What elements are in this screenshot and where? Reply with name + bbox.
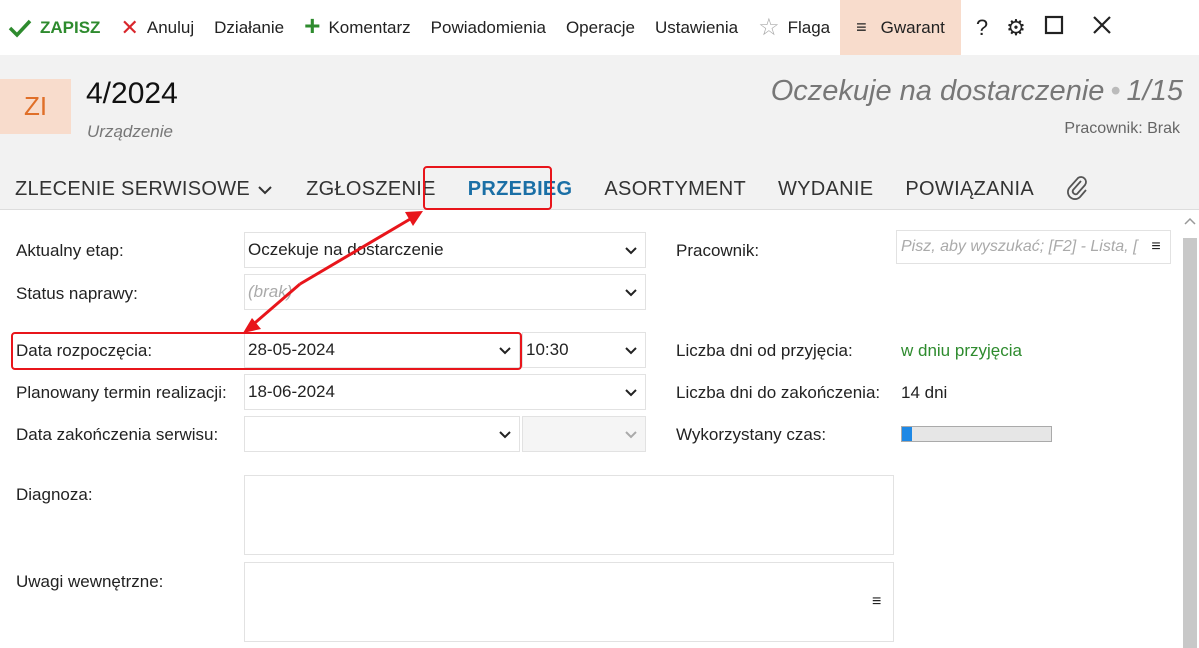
start-date-highlight-box [11,332,522,370]
planned-date-value: 18-06-2024 [248,382,335,401]
close-icon [1092,15,1112,41]
internal-notes-label: Uwagi wewnętrzne: [16,572,164,591]
worker-placeholder: Pisz, aby wyszukać; [F2] - Lista, [ [901,238,1138,255]
used-time-label: Wykorzystany czas: [676,425,827,444]
menu-icon[interactable]: ≡ [1142,238,1170,256]
question-icon: ? [975,14,989,40]
tab-service-order[interactable]: ZLECENIE SERWISOWE [0,170,288,210]
tab-relations[interactable]: POWIĄZANIA [889,170,1050,210]
repair-status-placeholder: (brak) [248,282,293,301]
paperclip-icon [1066,174,1088,206]
settings-menu-button[interactable]: Ustawienia [645,0,748,55]
warranty-label: Gwarant [880,17,945,37]
start-time-picker[interactable]: 10:30 [522,332,646,368]
menu-icon: ≡ [856,17,867,37]
diagnosis-textarea[interactable] [244,475,894,555]
document-subtitle: Urządzenie [87,122,173,141]
save-label: ZAPISZ [40,17,101,37]
days-since-label: Liczba dni od przyjęcia: [676,341,853,360]
plus-icon: + [304,10,321,41]
settings-label: Ustawienia [654,17,739,37]
document-status: Oczekuje na dostarczenie • 1/15 [771,75,1183,108]
chevron-down-icon [617,426,645,442]
star-icon: ☆ [758,13,780,41]
separator-dot: • [1110,75,1121,107]
end-date-label: Data zakończenia serwisu: [16,425,219,444]
action-label: Działanie [214,17,285,37]
current-stage-label: Aktualny etap: [16,241,124,260]
chevron-down-icon [617,284,645,300]
chevron-down-icon [491,426,519,442]
action-button[interactable]: Działanie [204,0,294,55]
tab-attachments[interactable] [1050,170,1104,210]
gear-button[interactable]: ⚙ [997,0,1035,55]
chevron-down-icon [258,182,272,198]
tab-label: ZLECENIE SERWISOWE [15,178,251,200]
menu-icon[interactable]: ≡ [872,593,881,611]
days-to-end-value: 14 dni [901,383,948,402]
cancel-button[interactable]: ✕ Anuluj [110,0,204,55]
planned-date-picker[interactable]: 18-06-2024 [244,374,646,410]
maximize-button[interactable] [1035,0,1073,55]
end-date-picker[interactable] [244,416,520,452]
tab-bar: ZLECENIE SERWISOWE ZGŁOSZENIE PRZEBIEG A… [0,170,1199,210]
planned-date-label: Planowany termin realizacji: [16,383,227,402]
used-time-progress [901,426,1052,442]
help-button[interactable]: ? [967,0,997,55]
document-number: 4/2024 [86,77,178,110]
operations-button[interactable]: Operacje [556,0,645,55]
comment-button[interactable]: + Komentarz [294,0,421,55]
tab-release[interactable]: WYDANIE [762,170,889,210]
tab-highlight-box [423,166,552,210]
worker-search-input[interactable]: Pisz, aby wyszukać; [F2] - Lista, [ ≡ [896,230,1171,264]
check-icon [8,18,32,38]
progress-fill [902,427,913,441]
comment-label: Komentarz [328,17,411,37]
tab-label: ASORTYMENT [604,178,746,200]
chevron-down-icon [617,342,645,358]
toolbar: ZAPISZ ✕ Anuluj Działanie + Komentarz Po… [0,0,1199,55]
flag-label: Flaga [787,17,831,37]
close-button[interactable] [1083,0,1121,55]
repair-status-label: Status naprawy: [16,284,138,303]
tab-assortment[interactable]: ASORTYMENT [588,170,762,210]
chevron-down-icon [617,242,645,258]
scrollbar-thumb[interactable] [1183,238,1197,648]
notifications-label: Powiadomienia [430,17,546,37]
days-to-end-label: Liczba dni do zakończenia: [676,383,881,402]
current-stage-value: Oczekuje na dostarczenie [248,240,444,259]
repair-status-select[interactable]: (brak) [244,274,646,310]
x-icon: ✕ [120,14,139,40]
diagnosis-label: Diagnoza: [16,485,93,504]
current-stage-select[interactable]: Oczekuje na dostarczenie [244,232,646,268]
tab-label: ZGŁOSZENIE [306,178,436,200]
days-since-value: w dniu przyjęcia [901,341,1022,360]
internal-notes-textarea[interactable] [244,562,894,642]
chevron-down-icon [617,384,645,400]
tab-label: POWIĄZANIA [905,178,1034,200]
status-text: Oczekuje na dostarczenie [770,75,1105,107]
cancel-label: Anuluj [146,17,195,37]
scroll-up-icon[interactable] [1184,214,1196,228]
notifications-button[interactable]: Powiadomienia [421,0,556,55]
header-worker: Pracownik: Brak [1064,120,1180,137]
warranty-button[interactable]: ≡ Gwarant [840,0,961,55]
flag-button[interactable]: ☆ Flaga [748,0,840,55]
end-time-picker [522,416,646,452]
save-button[interactable]: ZAPISZ [0,0,110,55]
operations-label: Operacje [565,17,635,37]
document-position: 1/15 [1126,75,1183,107]
document-type-badge: ZI [0,79,71,134]
gear-icon: ⚙ [1006,14,1026,40]
square-icon [1044,15,1064,41]
worker-label: Pracownik: [676,241,760,260]
document-header: ZI 4/2024 Urządzenie Oczekuje na dostarc… [0,55,1199,170]
start-time-value: 10:30 [526,340,569,359]
tab-label: WYDANIE [777,178,874,200]
